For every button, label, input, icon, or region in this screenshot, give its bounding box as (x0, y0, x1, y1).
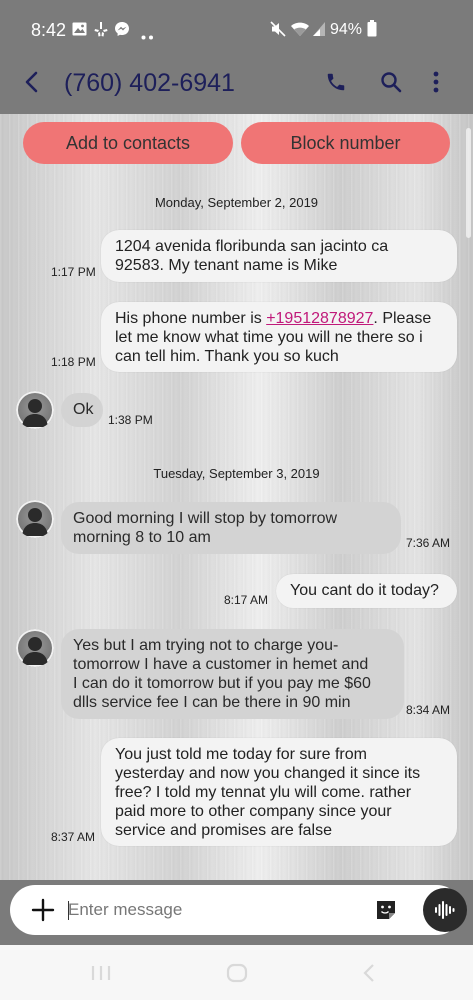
sent-message-bubble[interactable]: His phone number is +19512878927. Please… (101, 302, 457, 372)
add-to-contacts-button[interactable]: Add to contacts (23, 122, 233, 164)
phone-number-link[interactable]: +19512878927 (266, 310, 373, 327)
call-button[interactable] (318, 64, 354, 100)
gallery-icon (72, 22, 87, 41)
message-timestamp: 1:17 PM (51, 265, 96, 279)
message-text: free? I told my tennat ylu will come. ra… (115, 784, 412, 801)
message-text: morning 8 to 10 am (73, 529, 211, 546)
received-message-bubble[interactable]: Yes but I am trying not to charge you- t… (61, 629, 404, 719)
status-bar: 8:42 94% (0, 0, 473, 62)
yelp-icon (94, 21, 108, 42)
conversation-header: (760) 402-6941 (0, 62, 473, 114)
message-composer (10, 885, 467, 935)
message-timestamp: 1:18 PM (51, 355, 96, 369)
message-text: Ok (73, 401, 94, 418)
message-input[interactable] (68, 897, 358, 923)
message-text: His phone number is +19512878927. Please (115, 309, 443, 328)
message-text-part: His phone number is (115, 310, 267, 327)
sent-message-bubble[interactable]: You cant do it today? (276, 574, 457, 608)
message-text: can tell him. Thank you so kuch (115, 348, 339, 365)
sticker-icon (377, 901, 395, 919)
message-timestamp: 1:38 PM (108, 413, 153, 427)
message-timestamp: 7:36 AM (406, 536, 451, 550)
message-text: I can do it tomorrow but if you pay me $… (73, 675, 371, 692)
message-timestamp: 8:17 AM (224, 593, 269, 607)
battery-percentage: 94% (330, 21, 363, 38)
message-text: Good morning I will stop by tomorrow (73, 510, 338, 527)
received-message-bubble[interactable]: Good morning I will stop by tomorrow mor… (61, 502, 401, 554)
message-text: Yes but I am trying not to charge you- (73, 637, 339, 654)
message-text: 92583. My tenant name is Mike (115, 257, 338, 274)
message-text: tomorrow I have a customer in hemet and (73, 656, 369, 673)
message-timestamp: 8:37 AM (51, 830, 96, 844)
message-text: You just told me today for sure from (115, 746, 367, 763)
back-nav-icon (363, 964, 374, 982)
contact-avatar[interactable] (16, 391, 54, 429)
voice-waveform-icon (435, 901, 455, 919)
message-text: You cant do it today? (290, 582, 439, 599)
message-text: service and promises are false (115, 822, 332, 839)
block-number-button[interactable]: Block number (241, 122, 450, 164)
more-dots-icon (141, 27, 155, 45)
message-text: paid more to other company since your (115, 803, 392, 820)
received-message-bubble[interactable]: Ok (61, 393, 103, 427)
status-time: 8:42 (31, 20, 67, 40)
more-options-button[interactable] (418, 64, 454, 100)
message-text-part: . Please (373, 310, 432, 327)
recent-apps-icon (91, 966, 111, 980)
contact-avatar[interactable] (16, 629, 54, 667)
back-nav-button[interactable] (362, 963, 376, 988)
contact-avatar[interactable] (16, 500, 54, 538)
person-silhouette-icon (22, 508, 48, 536)
search-icon (381, 72, 402, 93)
sent-message-bubble[interactable]: You just told me today for sure from yes… (101, 738, 457, 846)
message-text: yesterday and now you changed it since i… (115, 765, 421, 782)
message-text: let me know what time you will ne there … (115, 329, 423, 346)
battery-icon (367, 20, 377, 42)
scrollbar[interactable] (466, 128, 471, 238)
recent-apps-button[interactable] (90, 964, 112, 987)
message-text: 1204 avenida floribunda san jacinto ca (115, 238, 389, 255)
contact-title: (760) 402-6941 (64, 69, 235, 97)
date-divider: Tuesday, September 3, 2019 (153, 466, 320, 481)
home-icon (226, 963, 248, 983)
home-button[interactable] (226, 963, 248, 988)
more-vert-icon (433, 71, 439, 93)
plus-icon (31, 898, 55, 922)
back-button[interactable] (14, 64, 50, 100)
message-text: dlls service fee I can be there in 90 mi… (73, 694, 351, 711)
person-silhouette-icon (22, 399, 48, 427)
person-silhouette-icon (22, 637, 48, 665)
back-arrow-icon (25, 71, 38, 93)
signal-icon (312, 21, 326, 42)
attach-button[interactable] (28, 895, 58, 925)
messenger-icon (114, 21, 130, 42)
wifi-icon (290, 21, 310, 42)
mute-icon (270, 21, 286, 42)
phone-icon (327, 73, 345, 91)
date-divider: Monday, September 2, 2019 (154, 195, 319, 210)
text-caret (68, 901, 69, 920)
voice-record-button[interactable] (423, 888, 467, 932)
search-button[interactable] (373, 64, 409, 100)
sticker-button[interactable] (374, 898, 398, 922)
navigation-bar (0, 945, 473, 1000)
sent-message-bubble[interactable]: 1204 avenida floribunda san jacinto ca 9… (101, 230, 457, 282)
message-timestamp: 8:34 AM (406, 703, 451, 717)
